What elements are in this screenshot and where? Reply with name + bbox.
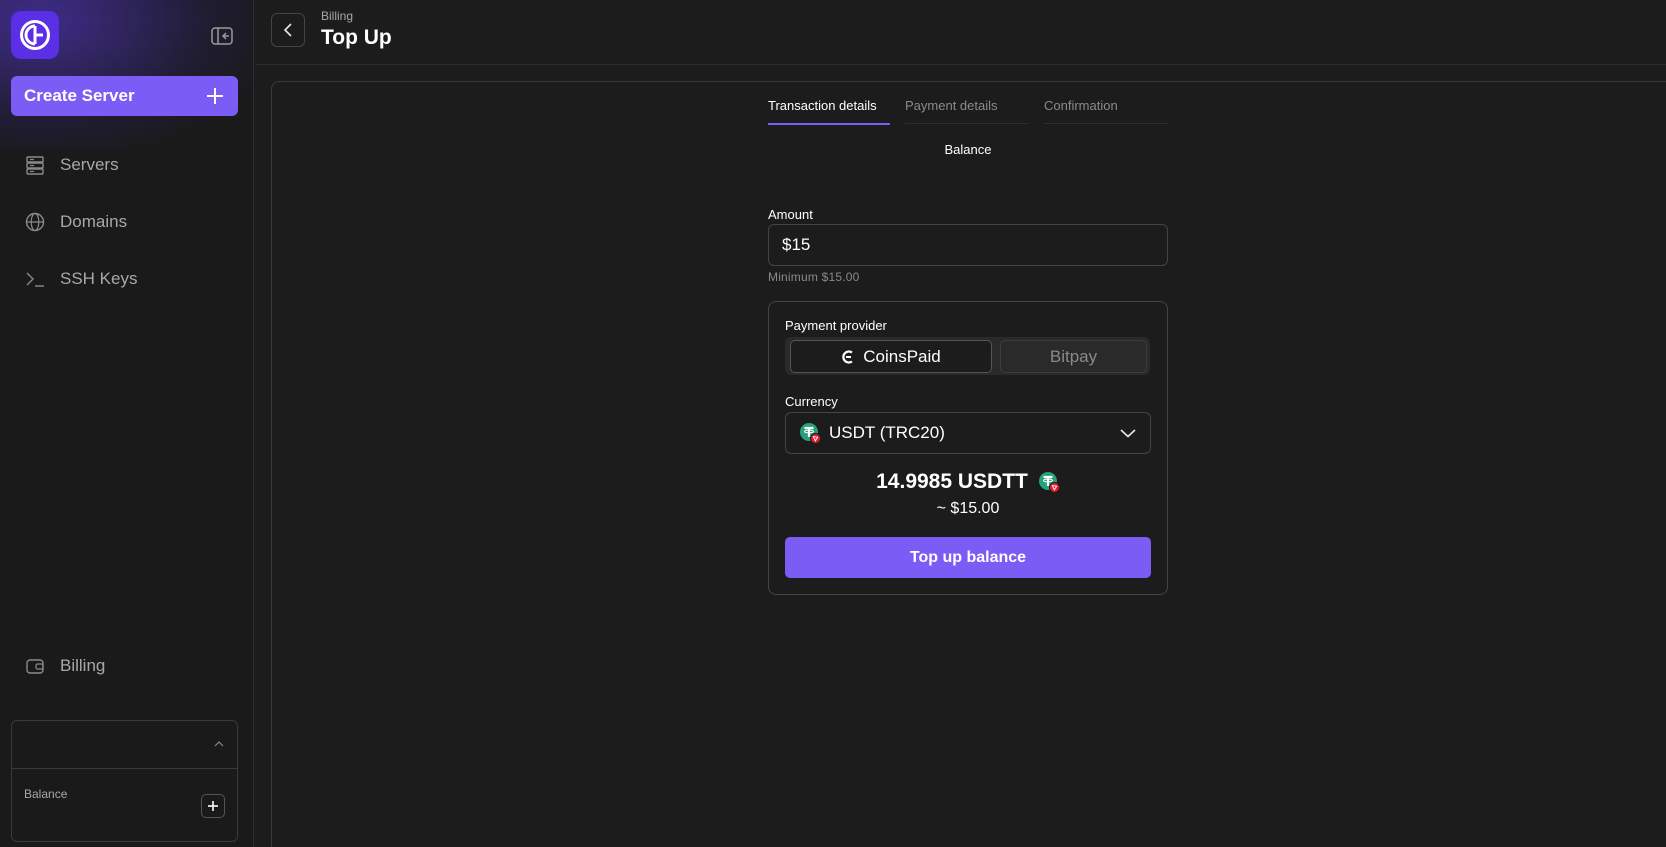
chevron-up-icon[interactable] (213, 739, 225, 749)
provider-label: CoinsPaid (863, 346, 941, 366)
plus-icon (207, 88, 223, 104)
coinspaid-icon (842, 349, 853, 364)
chevron-down-icon (1120, 429, 1136, 438)
collapse-sidebar-icon[interactable] (210, 26, 234, 46)
sidebar-item-billing[interactable]: Billing (24, 652, 105, 680)
wallet-icon (24, 655, 46, 677)
amount-label: Amount (768, 207, 813, 222)
tether-trc20-icon (799, 422, 821, 444)
back-button[interactable] (271, 13, 305, 47)
page-title: Top Up (321, 26, 392, 49)
sidebar-item-label: Domains (60, 212, 128, 231)
sidebar-item-label: Billing (60, 656, 106, 675)
balance-label: Balance (24, 787, 68, 801)
server-icon (24, 154, 46, 176)
sidebar-item-label: SSH Keys (60, 269, 138, 288)
sidebar-item-servers[interactable]: Servers (24, 151, 119, 179)
tab-indicator (1044, 123, 1168, 124)
currency-label: Currency (785, 394, 838, 409)
usd-approx: ~ $15.00 (936, 500, 1000, 517)
tab-transaction-details[interactable]: Transaction details (768, 98, 877, 126)
app-root: Create Server Servers Domains SSH Keys B… (0, 0, 1666, 847)
create-server-button[interactable]: Create Server (11, 76, 238, 116)
tab-indicator (905, 123, 1029, 124)
tab-active-indicator (768, 123, 890, 125)
sidebar-item-label: Servers (60, 155, 119, 174)
chevron-left-icon (283, 23, 292, 37)
tether-trc20-icon (1038, 471, 1060, 493)
breadcrumb[interactable]: Billing (321, 9, 353, 23)
globe-icon (24, 211, 46, 233)
provider-coinspaid-button[interactable]: CoinsPaid (790, 340, 992, 373)
provider-label: Bitpay (1049, 346, 1098, 366)
header-divider (255, 64, 1666, 65)
add-balance-button[interactable] (201, 794, 225, 818)
tab-confirmation[interactable]: Confirmation (1044, 98, 1118, 126)
currency-value: USDT (TRC20) (829, 423, 945, 442)
tab-payment-details[interactable]: Payment details (905, 98, 998, 126)
sidebar-item-domains[interactable]: Domains (24, 208, 127, 236)
app-logo[interactable] (11, 11, 59, 59)
sidebar: Create Server Servers Domains SSH Keys B… (0, 0, 254, 847)
amount-input[interactable] (768, 224, 1168, 266)
top-up-balance-button[interactable]: Top up balance (785, 537, 1151, 578)
crypto-amount: 14.9985 USDTT (876, 470, 1028, 493)
terminal-icon (24, 268, 46, 290)
plus-icon (208, 801, 218, 811)
payment-provider-label: Payment provider (785, 318, 887, 333)
sidebar-item-ssh-keys[interactable]: SSH Keys (24, 265, 137, 293)
provider-bitpay-button[interactable]: Bitpay (1000, 340, 1147, 373)
minimum-hint: Minimum $15.00 (768, 270, 860, 284)
currency-select[interactable]: USDT (TRC20) (785, 412, 1151, 454)
account-header[interactable] (12, 721, 237, 769)
account-panel: Balance (11, 720, 238, 842)
form-subtitle: Balance (944, 142, 992, 157)
create-server-label: Create Server (24, 86, 135, 105)
crypto-amount-display: 14.9985 USDTT (768, 470, 1168, 494)
